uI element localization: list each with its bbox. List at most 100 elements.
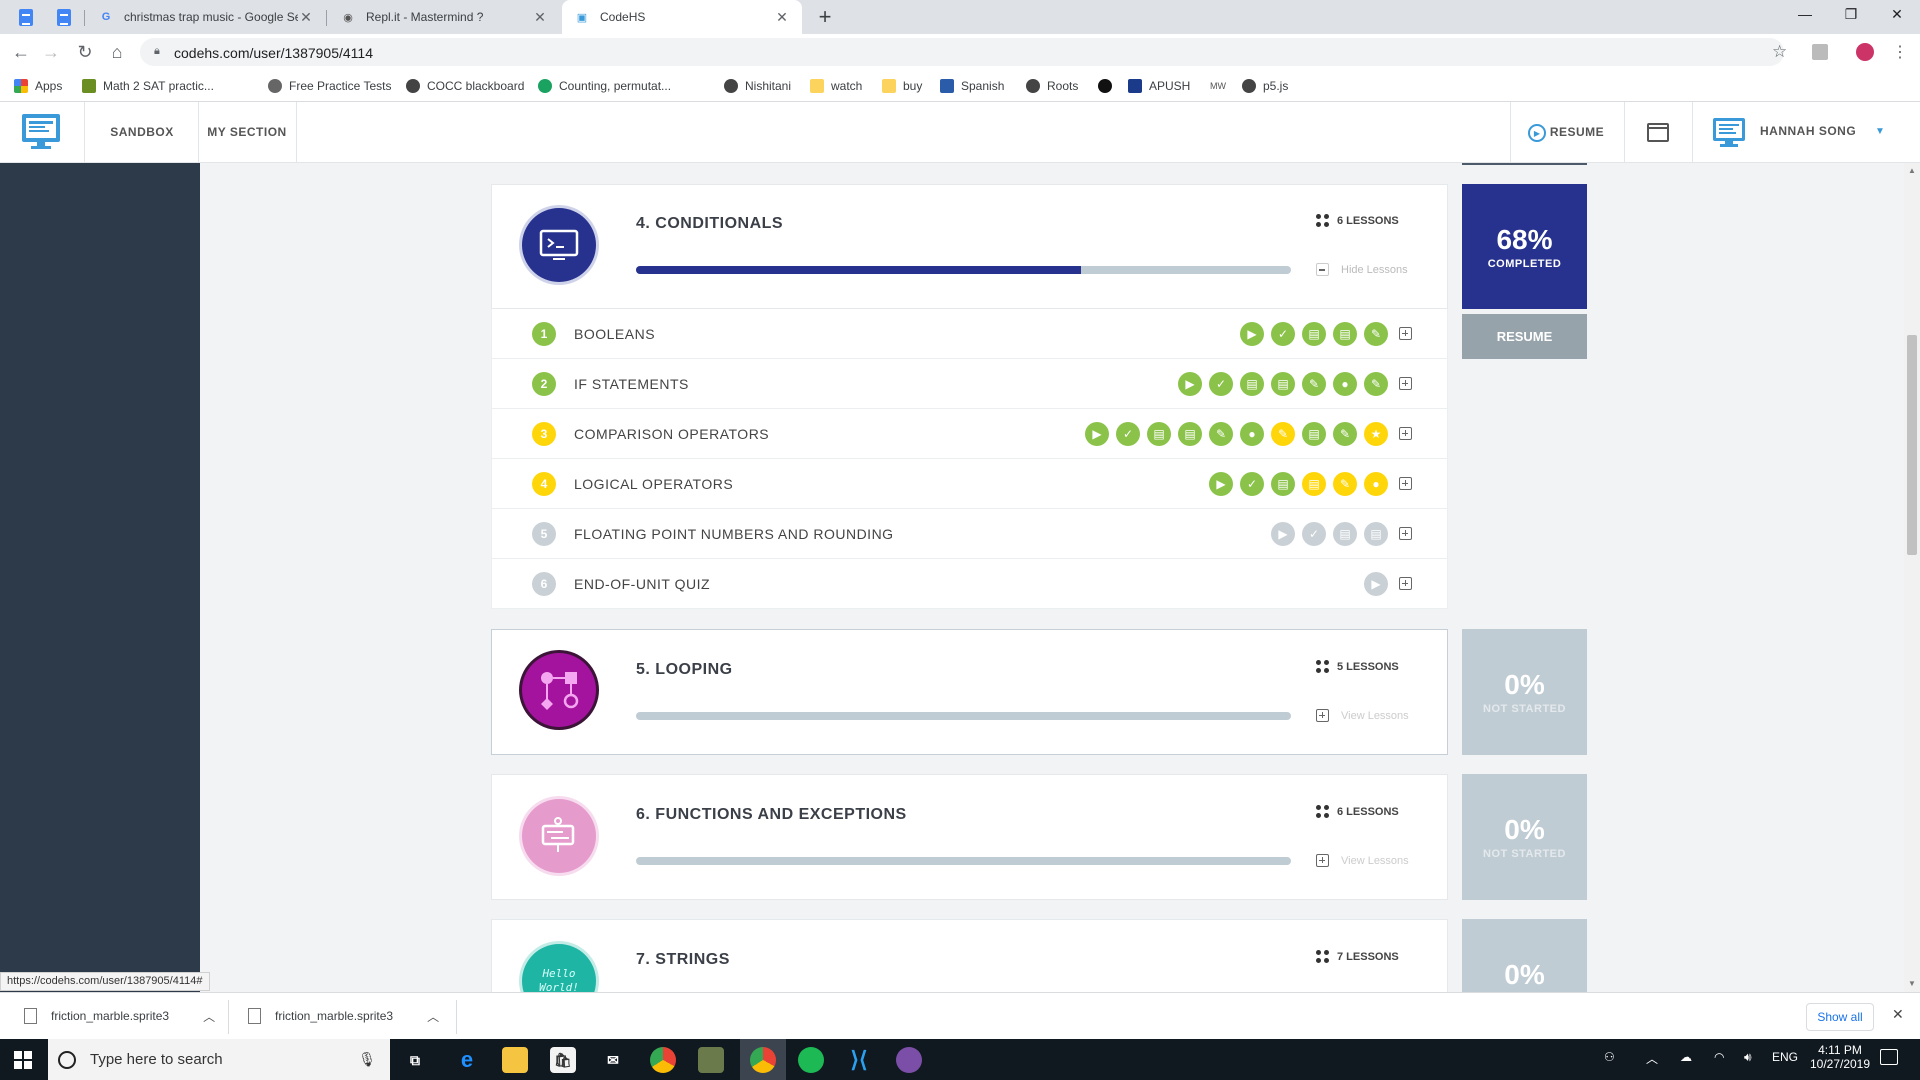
unit-title[interactable]: 5. LOOPING: [636, 661, 733, 679]
expand-lesson-icon[interactable]: [1399, 327, 1412, 340]
activity-status-icon[interactable]: ✎: [1209, 421, 1233, 446]
new-tab-button[interactable]: +: [812, 4, 838, 30]
activity-status-icon[interactable]: ▤: [1302, 471, 1326, 496]
forward-icon[interactable]: →: [38, 39, 64, 65]
show-all-downloads-button[interactable]: Show all: [1806, 1003, 1874, 1031]
windows-start-icon[interactable]: [14, 1051, 32, 1069]
unit-card-functions[interactable]: [491, 774, 1448, 900]
expand-lesson-icon[interactable]: [1399, 477, 1412, 490]
activity-status-icon[interactable]: ●: [1333, 371, 1357, 396]
pinned-tab-docs-2[interactable]: [50, 5, 78, 29]
edge-icon[interactable]: e: [454, 1047, 480, 1073]
wifi-icon[interactable]: ◠: [1714, 1050, 1724, 1064]
expand-lesson-icon[interactable]: [1399, 427, 1412, 440]
unit-title[interactable]: 6. FUNCTIONS AND EXCEPTIONS: [636, 806, 907, 824]
file-explorer-icon[interactable]: [502, 1047, 528, 1073]
activity-status-icon[interactable]: ▶: [1271, 521, 1295, 546]
activity-status-icon[interactable]: ✓: [1116, 421, 1140, 446]
activity-status-icon[interactable]: ▤: [1302, 421, 1326, 446]
chevron-up-icon[interactable]: ︿: [203, 1008, 215, 1025]
bookmark-math2[interactable]: Math 2 SAT practic...: [82, 76, 214, 96]
volume-icon[interactable]: 🔊︎: [1744, 1050, 1752, 1065]
profile-avatar[interactable]: [1856, 43, 1874, 61]
lesson-name[interactable]: END-OF-UNIT QUIZ: [574, 576, 1364, 592]
microphone-icon[interactable]: 🎙︎: [358, 1051, 376, 1068]
activity-status-icon[interactable]: ▤: [1240, 371, 1264, 396]
activity-status-icon[interactable]: ✎: [1333, 421, 1357, 446]
extension-icon[interactable]: [1812, 44, 1828, 60]
browser-tab-replit[interactable]: ◉ Repl.it - Mastermind ? ✕: [328, 0, 560, 34]
reload-icon[interactable]: ↻: [72, 39, 98, 65]
expand-lesson-icon[interactable]: [1399, 377, 1412, 390]
lesson-row[interactable]: 5 FLOATING POINT NUMBERS AND ROUNDING ▶ ✓ ▤ ▤: [491, 509, 1448, 559]
notifications-icon[interactable]: [1880, 1049, 1898, 1065]
bookmark-roots[interactable]: Roots: [1026, 76, 1078, 96]
unit-card-conditionals[interactable]: [491, 184, 1448, 309]
activity-status-icon[interactable]: ✎: [1364, 371, 1388, 396]
close-tab-icon[interactable]: ✕: [298, 9, 314, 26]
bookmark-mw[interactable]: MW: [1210, 76, 1226, 96]
lesson-row[interactable]: 2 IF STATEMENTS ▶ ✓ ▤ ▤ ✎ ● ✎: [491, 359, 1448, 409]
lesson-row[interactable]: 1 BOOLEANS ▶ ✓ ▤ ▤ ✎: [491, 309, 1448, 359]
bookmark-spanish[interactable]: Spanish: [940, 76, 1004, 96]
chrome-active-icon[interactable]: [750, 1047, 776, 1073]
bookmark-cocc[interactable]: COCC blackboard: [406, 76, 524, 96]
activity-status-icon[interactable]: ✎: [1271, 421, 1295, 446]
bookmark-p5js[interactable]: p5.js: [1242, 76, 1288, 96]
lesson-name[interactable]: BOOLEANS: [574, 326, 1240, 342]
close-window-button[interactable]: ✕: [1874, 0, 1920, 30]
user-menu-chevron-icon[interactable]: ▼: [1875, 126, 1885, 137]
bookmark-watch[interactable]: watch: [810, 76, 862, 96]
activity-status-icon[interactable]: ✓: [1271, 321, 1295, 346]
unit-title[interactable]: 7. STRINGS: [636, 951, 730, 969]
close-tab-icon[interactable]: ✕: [532, 9, 548, 26]
bookmark-github[interactable]: [1098, 76, 1119, 96]
close-downloads-icon[interactable]: ✕: [1892, 1006, 1904, 1023]
view-lessons-toggle[interactable]: View Lessons: [1316, 709, 1409, 722]
nav-my-section[interactable]: MY SECTION: [198, 102, 296, 163]
bookmark-nishitani[interactable]: Nishitani: [724, 76, 791, 96]
home-icon[interactable]: ⌂: [104, 39, 130, 65]
bookmark-free-practice-tests[interactable]: Free Practice Tests: [268, 76, 391, 96]
activity-status-icon[interactable]: ▶: [1178, 371, 1202, 396]
scroll-down-icon[interactable]: ▼: [1908, 979, 1916, 988]
lesson-row[interactable]: 3 COMPARISON OPERATORS ▶ ✓ ▤ ▤ ✎ ● ✎ ▤ ✎ ★: [491, 409, 1448, 459]
url-text[interactable]: codehs.com/user/1387905/4114: [174, 45, 373, 61]
activity-status-icon[interactable]: ✎: [1302, 371, 1326, 396]
vscode-icon[interactable]: ⟩⟨: [846, 1047, 872, 1073]
activity-status-icon[interactable]: ▤: [1271, 471, 1295, 496]
hide-lessons-toggle[interactable]: Hide Lessons: [1316, 263, 1408, 276]
close-tab-icon[interactable]: ✕: [774, 9, 790, 26]
activity-status-icon[interactable]: ✎: [1364, 321, 1388, 346]
people-icon[interactable]: ⚇: [1604, 1050, 1615, 1064]
download-item[interactable]: friction_marble.sprite3 ︿: [248, 1004, 439, 1028]
lesson-name[interactable]: LOGICAL OPERATORS: [574, 476, 1209, 492]
restore-button[interactable]: ❐: [1828, 0, 1874, 30]
browser-tab-codehs[interactable]: ▣ CodeHS ✕: [562, 0, 802, 34]
tray-chevron-icon[interactable]: ︿: [1646, 1050, 1658, 1067]
activity-status-icon[interactable]: ▤: [1178, 421, 1202, 446]
activity-status-icon[interactable]: ▶: [1364, 571, 1388, 596]
lesson-row[interactable]: 6 END-OF-UNIT QUIZ ▶: [491, 559, 1448, 609]
codehs-logo-icon[interactable]: [20, 110, 62, 152]
user-name[interactable]: HANNAH SONG: [1760, 102, 1868, 163]
clock[interactable]: 4:11 PM 10/27/2019: [1808, 1043, 1872, 1071]
lesson-row[interactable]: 4 LOGICAL OPERATORS ▶ ✓ ▤ ▤ ✎ ●: [491, 459, 1448, 509]
task-view-icon[interactable]: ⧉: [402, 1047, 428, 1073]
onedrive-icon[interactable]: ☁: [1680, 1050, 1692, 1064]
unit-title[interactable]: 4. CONDITIONALS: [636, 215, 783, 233]
spotify-icon[interactable]: [798, 1047, 824, 1073]
chevron-up-icon[interactable]: ︿: [427, 1008, 439, 1025]
nav-sandbox[interactable]: SANDBOX: [86, 102, 198, 163]
address-bar[interactable]: [140, 38, 1784, 66]
bookmark-apps[interactable]: Apps: [14, 76, 62, 96]
lesson-name[interactable]: IF STATEMENTS: [574, 376, 1178, 392]
activity-status-icon[interactable]: ▤: [1333, 321, 1357, 346]
app-purple-icon[interactable]: [896, 1047, 922, 1073]
unit-card-looping[interactable]: [491, 629, 1448, 755]
expand-lesson-icon[interactable]: [1399, 577, 1412, 590]
scrollbar-thumb[interactable]: [1907, 335, 1917, 555]
activity-status-icon[interactable]: ▤: [1364, 521, 1388, 546]
app-icon[interactable]: [698, 1047, 724, 1073]
lesson-name[interactable]: FLOATING POINT NUMBERS AND ROUNDING: [574, 526, 1271, 542]
